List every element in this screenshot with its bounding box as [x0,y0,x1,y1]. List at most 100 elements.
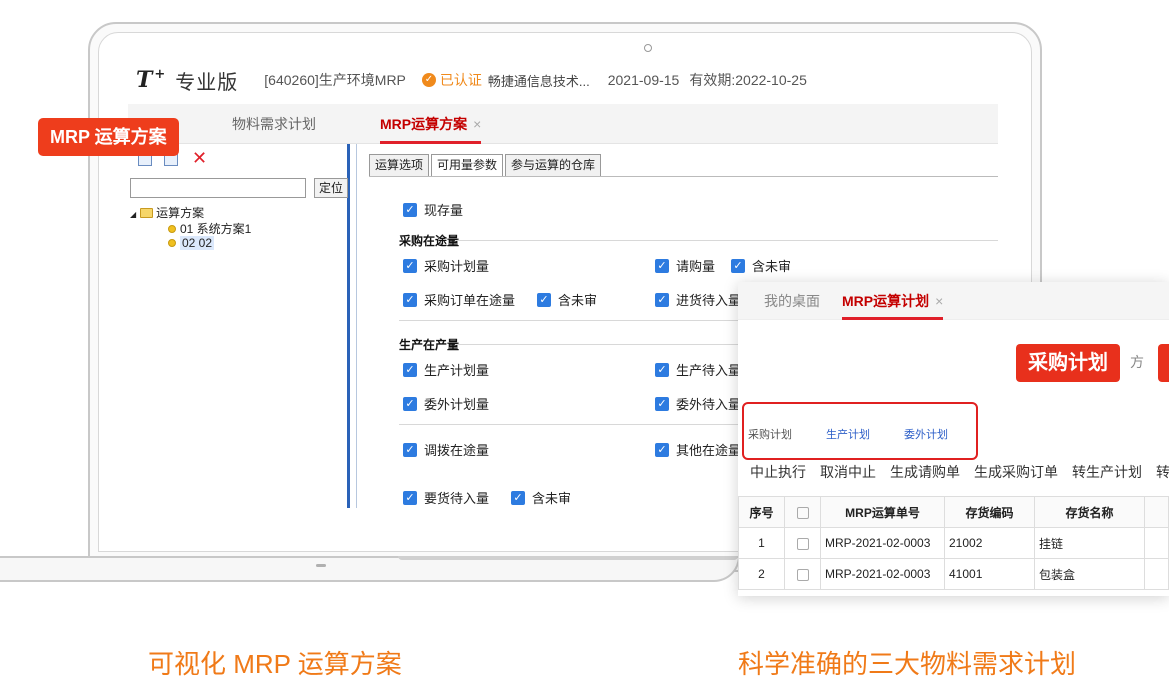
plan-grid: 序号 MRP运算单号 存货编码 存货名称 1 MRP-2021-02-0003 … [738,496,1169,590]
checkbox-purchase-plan[interactable]: ✓ 采购计划量 [403,256,489,275]
select-all-checkbox[interactable] [796,506,809,519]
check-icon: ✓ [403,202,417,217]
stop-execution-button[interactable]: 中止执行 [750,464,806,480]
banner-next [1158,344,1169,382]
check-icon: ✓ [403,292,417,307]
plan-tabstrip: 我的桌面 MRP运算计划 × [738,282,1169,320]
check-icon: ✓ [537,292,551,307]
account-name[interactable]: [640260]生产环境MRP [264,70,406,90]
subtab-calc-options[interactable]: 运算选项 [369,154,430,176]
table-row[interactable]: 2 MRP-2021-02-0003 41001 包装盒 [738,558,1169,590]
generate-po-button[interactable]: 生成采购订单 [974,464,1058,480]
subtab-underline [369,176,998,177]
plan-toolbar: 中止执行 取消中止 生成请购单 生成采购订单 转生产计划转 [750,462,1169,482]
to-production-plan-button[interactable]: 转生产计划 [1072,464,1142,480]
check-icon: ✓ [655,442,669,457]
purchase-plan-banner: 采购计划 [1016,344,1120,382]
close-icon[interactable]: × [935,293,943,309]
col-select[interactable] [784,496,821,528]
scheme-icon [168,225,176,233]
tree-search-input[interactable] [130,178,306,198]
expand-icon[interactable]: ◢ [130,210,136,219]
folder-icon [140,208,154,218]
col-mrp-no[interactable]: MRP运算单号 [820,496,945,528]
delete-icon[interactable]: ✕ [192,148,207,169]
check-icon: ✓ [731,258,745,273]
checkbox-transfer-in-transit[interactable]: ✓ 调拨在途量 [403,440,489,459]
col-item-name[interactable]: 存货名称 [1034,496,1145,528]
checkbox-pending-receipt[interactable]: ✓ 进货待入量 [655,290,741,309]
tab-mrp-plan[interactable]: MRP运算计划 × [842,282,944,320]
check-icon: ✓ [403,396,417,411]
checkbox-po-in-transit[interactable]: ✓ 采购订单在途量 [403,290,515,309]
check-icon: ✓ [655,258,669,273]
checkbox-other-in-transit[interactable]: ✓ 其他在途量 [655,440,741,459]
license-expiry: 有效期:2022-10-25 [689,72,807,88]
subtab-warehouses[interactable]: 参与运算的仓库 [505,154,602,176]
app-header: T + 专业版 [640260]生产环境MRP ✓ 已认证 畅捷通信息技术... … [128,58,998,102]
detail-subtabs: 运算选项 可用量参数 参与运算的仓库 [369,154,603,176]
tree-root-node[interactable]: ◢ 运算方案 [130,204,204,221]
checkbox-production-pending[interactable]: ✓ 生产待入量 [655,360,741,379]
check-icon: ✓ [655,292,669,307]
col-extra [1144,496,1169,528]
check-icon: ✓ [403,362,417,377]
section-production: 生产在产量 [399,338,460,352]
cancel-stop-button[interactable]: 取消中止 [820,464,876,480]
subtab-outsource-plan[interactable]: 委外计划 [904,426,948,442]
checkbox-production-plan[interactable]: ✓ 生产计划量 [403,360,489,379]
row-checkbox[interactable] [796,568,809,581]
subtab-production-plan[interactable]: 生产计划 [826,426,870,442]
grid-header-row: 序号 MRP运算单号 存货编码 存货名称 [738,496,1169,528]
checkbox-outsource-pending[interactable]: ✓ 委外待入量 [655,394,741,413]
tab-my-desktop[interactable]: 我的桌面 [764,282,820,320]
check-icon: ✓ [403,258,417,273]
checkbox-requisition-unapproved[interactable]: ✓ 含未审 [731,256,791,275]
login-date: 2021-09-15 [607,72,680,88]
more-button[interactable]: 转 [1156,464,1169,480]
table-row[interactable]: 1 MRP-2021-02-0003 21002 挂链 [738,527,1169,559]
checkbox-on-hand[interactable]: ✓ 现存量 [403,200,463,219]
checkbox-requisition-pending[interactable]: ✓ 要货待入量 [403,488,489,507]
tab-material-requirement-plan[interactable]: 物料需求计划 [232,104,316,144]
subtab-available-params[interactable]: 可用量参数 [431,154,504,176]
checkbox-po-unapproved[interactable]: ✓ 含未审 [537,290,597,309]
app-edition: 专业版 [175,71,239,94]
scheme-tree-pane: ✕ 定位 ◢ 运算方案 01 系统方案1 02 02 [128,144,350,508]
section-purchase: 采购在途量 [399,234,460,248]
col-item-code[interactable]: 存货编码 [944,496,1035,528]
tab-mrp-scheme[interactable]: MRP运算方案 × [380,104,482,144]
banner-tail-text: 方 [1130,354,1144,370]
check-icon: ✓ [403,490,417,505]
check-icon: ✓ [655,396,669,411]
cert-icon: ✓ [421,73,436,87]
checkbox-requisition-pending-unapproved[interactable]: ✓ 含未审 [511,488,571,507]
tree-search-row: 定位 [130,178,348,198]
checkbox-outsource-plan[interactable]: ✓ 委外计划量 [403,394,489,413]
caption-left: 可视化 MRP 运算方案 [148,649,402,679]
check-icon: ✓ [655,362,669,377]
app-logo: T + [136,67,166,93]
locate-button[interactable]: 定位 [314,178,348,198]
company-name[interactable]: 畅捷通信息技术... [488,71,590,90]
mrp-scheme-callout: MRP 运算方案 [38,118,179,156]
cert-status[interactable]: 已认证 [440,70,482,90]
generate-requisition-button[interactable]: 生成请购单 [890,464,960,480]
check-icon: ✓ [511,490,525,505]
check-icon: ✓ [403,442,417,457]
close-icon[interactable]: × [473,116,481,132]
section-divider [455,240,998,241]
col-seq[interactable]: 序号 [738,496,785,528]
row-checkbox[interactable] [796,537,809,550]
tree-node-scheme-02[interactable]: 02 02 [168,236,215,250]
mrp-plan-panel: 我的桌面 MRP运算计划 × 采购计划 方 采购计划 生产计划 委外计划 中止执行… [738,282,1169,596]
laptop-indicator [316,564,326,567]
main-tabstrip: 物料需求计划 MRP运算方案 × [128,104,998,144]
scheme-icon [168,239,176,247]
camera-icon [644,44,652,52]
checkbox-requisition[interactable]: ✓ 请购量 [655,256,715,275]
subtab-purchase-plan[interactable]: 采购计划 [748,426,792,442]
tree-node-scheme-01[interactable]: 01 系统方案1 [168,220,251,237]
laptop-base-notch [398,556,738,560]
caption-right: 科学准确的三大物料需求计划 [738,649,1077,679]
